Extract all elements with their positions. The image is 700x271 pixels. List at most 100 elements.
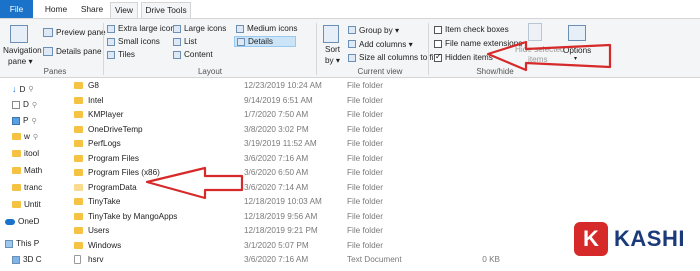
folder-icon [74,140,83,147]
file-name: TinyTake [88,197,121,206]
file-row[interactable]: OneDriveTemp 3/8/2020 3:02 PM File folde… [62,123,700,137]
add-columns-icon [348,40,356,48]
picture-icon [12,116,20,125]
file-name-extensions-checkbox[interactable] [434,39,442,48]
navigation-pane-button[interactable]: Navigation [3,46,42,55]
file-type: File folder [347,240,383,250]
hide-selected-items-button[interactable]: Hide selected [515,45,565,54]
size-all-columns-button[interactable]: Size all columns to fit [348,53,436,62]
sort-by-button[interactable]: Sort [325,45,340,54]
nav-item-itool[interactable]: itool [12,149,39,158]
tiles-icon [107,50,115,59]
nav-item-w[interactable]: w ⚲ [12,132,38,141]
hidden-items-toggle[interactable]: Hidden items [434,52,493,62]
nav-item-label: P [23,116,29,125]
options-dropdown-icon[interactable]: ▾ [574,55,577,62]
hide-selected-label: Hide selected [515,45,565,54]
file-row[interactable]: G8 12/23/2019 10:24 AM File folder [62,79,700,93]
hide-selected-icon [528,23,542,41]
list-option[interactable]: List [173,37,197,46]
tab-view[interactable]: View [110,2,138,18]
file-type: File folder [347,95,383,105]
add-columns-button[interactable]: Add columns ▾ [348,39,413,49]
ribbon-view: Navigation pane ▾ Preview pane Details p… [0,18,700,78]
folder-icon [74,227,83,234]
pin-icon: ⚲ [31,101,38,109]
item-check-boxes-toggle[interactable]: Item check boxes [434,25,509,34]
details-pane-button[interactable]: Details pane [43,47,102,56]
folder-icon [12,167,21,174]
item-check-boxes-checkbox[interactable] [434,25,442,34]
tab-drive-tools[interactable]: Drive Tools [141,2,191,18]
sort-by-dropdown[interactable]: by ▾ [325,55,340,65]
nav-item-untitled[interactable]: Untit [12,200,41,209]
large-icons-icon [173,24,181,33]
kashi-logo: K KASHI [574,222,685,256]
sort-by-label: Sort [325,45,341,54]
file-date: 12/18/2019 9:21 PM [244,226,318,235]
ribbon-divider [316,23,317,75]
file-name-extensions-toggle[interactable]: File name extensions [434,39,522,48]
sort-by-label-2: by ▾ [325,56,341,65]
file-type: File folder [347,182,383,192]
large-icons-label: Large icons [184,24,227,33]
file-name: Windows [88,240,122,250]
size-columns-icon [348,53,356,62]
nav-item-onedrive[interactable]: OneD [5,217,39,226]
medium-icons-option[interactable]: Medium icons [236,24,298,33]
tiles-label: Tiles [118,50,135,59]
tiles-option[interactable]: Tiles [107,50,135,59]
file-row[interactable]: KMPlayer 1/7/2020 7:50 AM File folder [62,108,700,122]
file-name: OneDriveTemp [88,124,143,134]
file-row[interactable]: Intel 9/14/2019 6:51 AM File folder [62,94,700,108]
folder-icon [74,198,83,205]
details-pane-icon [43,47,53,56]
nav-item-3d-objects[interactable]: 3D C [12,255,42,264]
nav-item-math[interactable]: Math [12,166,42,175]
size-all-columns-label: Size all columns to fit [359,53,436,62]
file-type: Text Document [347,255,402,264]
content-option[interactable]: Content [173,50,213,59]
ribbon-divider [103,23,104,75]
file-row[interactable]: Program Files (x86) 3/6/2020 6:50 AM Fil… [62,166,700,180]
folder-icon [74,82,83,89]
tab-share[interactable]: Share [77,2,107,18]
nav-item-label: Math [24,166,43,175]
preview-pane-button[interactable]: Preview pane [43,28,106,37]
file-date: 3/6/2020 7:14 AM [244,182,309,192]
folder-icon [74,154,83,162]
hide-selected-items-button-2[interactable]: items [528,55,548,64]
folder-icon [74,169,83,176]
large-icons-option[interactable]: Large icons [173,24,226,33]
file-name: TinyTake by MangoApps [88,211,178,221]
group-by-button[interactable]: Group by ▾ [348,25,399,35]
nav-item-pictures[interactable]: P ⚲ [12,116,37,125]
extra-large-icons-icon [107,24,115,33]
details-option[interactable]: Details [234,36,296,47]
small-icons-option[interactable]: Small icons [107,37,160,46]
hidden-items-checkbox[interactable] [434,52,442,62]
extra-large-icons-option[interactable]: Extra large icons [107,24,179,33]
file-row[interactable]: PerfLogs 3/19/2019 11:52 AM File folder [62,137,700,151]
file-name-extensions-label: File name extensions [445,39,523,48]
file-type: File folder [347,226,383,235]
list-icon [173,37,181,46]
options-button[interactable]: Options [563,46,591,55]
nav-item-documents[interactable]: D ⚲ [12,100,37,109]
nav-item-label: 3D C [23,255,42,264]
tab-file[interactable]: File [0,0,33,18]
details-pane-label: Details pane [56,47,102,56]
file-row[interactable]: Program Files 3/6/2020 7:16 AM File fold… [62,152,700,166]
nav-item-this-pc[interactable]: This P [5,239,39,248]
tab-home[interactable]: Home [41,2,71,18]
file-date: 3/1/2020 5:07 PM [244,240,309,250]
file-row[interactable]: ProgramData 3/6/2020 7:14 AM File folder [62,181,700,195]
preview-pane-label: Preview pane [56,28,106,37]
file-type: File folder [347,168,383,177]
navigation-pane-dropdown[interactable]: pane ▾ [8,56,33,66]
nav-item-label: w [24,132,30,141]
nav-item-tranc[interactable]: tranc [12,183,42,192]
file-row[interactable]: TinyTake 12/18/2019 10:03 AM File folder [62,195,700,209]
details-label: Details [248,37,274,46]
nav-item-downloads[interactable]: ↓ D ⚲ [12,84,34,94]
